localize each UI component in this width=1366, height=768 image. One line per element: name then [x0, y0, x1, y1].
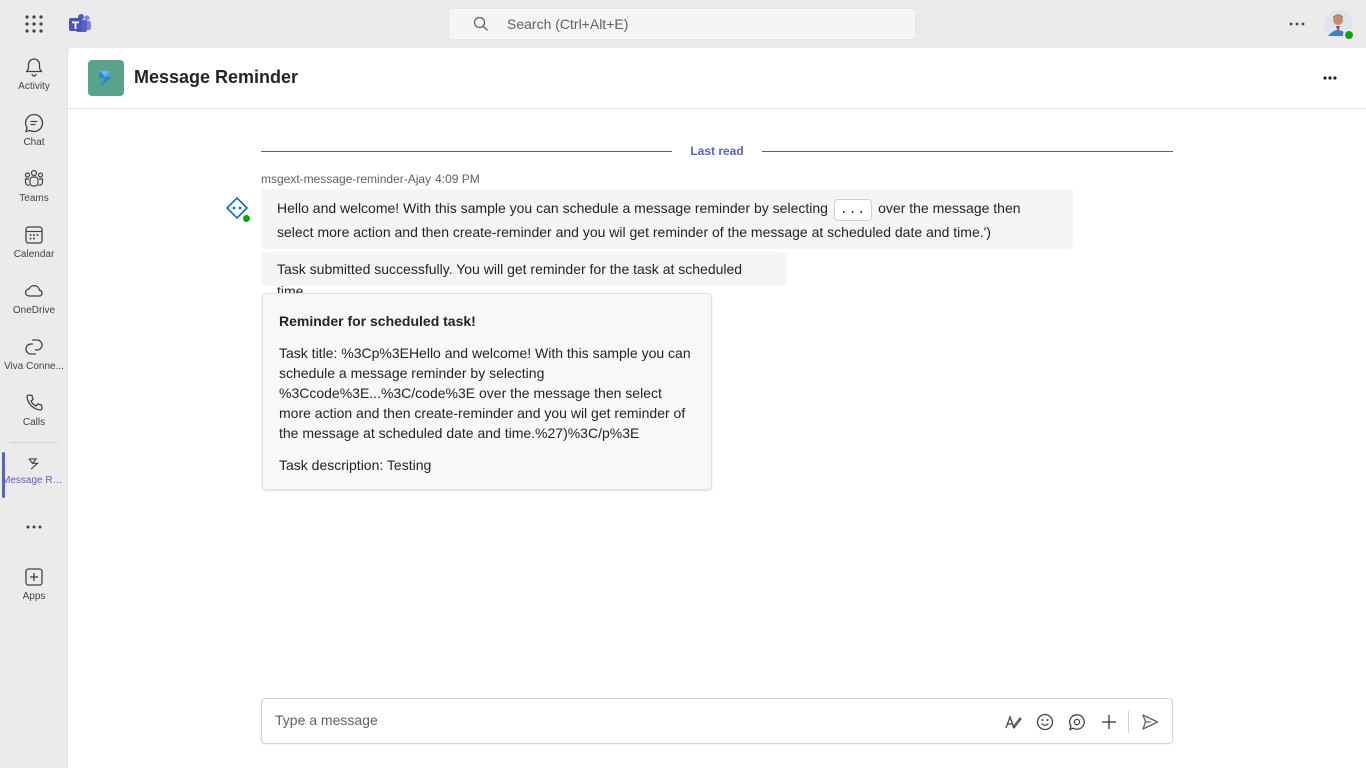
- chat-icon: [24, 113, 44, 133]
- rail-item-apps[interactable]: Apps: [0, 566, 68, 618]
- last-read-divider: Last read: [261, 142, 1173, 162]
- sender-name: msgext-message-reminder-Ajay: [261, 172, 432, 186]
- viva-connections-icon: [25, 339, 43, 355]
- card-task-description: Task description: Testing: [279, 457, 432, 473]
- phone-icon: [26, 394, 43, 411]
- search-box[interactable]: [448, 8, 916, 40]
- message-time: 4:09 PM: [435, 172, 480, 186]
- rail-item-label: Message Re...: [2, 475, 66, 486]
- top-bar: [0, 0, 1366, 48]
- presence-available-icon: [241, 213, 252, 224]
- cloud-icon: [24, 285, 43, 297]
- rail-item-label: Teams: [19, 193, 49, 204]
- rail-item-label: Viva Conne...: [4, 361, 64, 372]
- message-text: Hello and welcome! With this sample you …: [277, 200, 828, 216]
- message-input[interactable]: [275, 712, 975, 728]
- rail-item-label: Calendar: [13, 249, 55, 260]
- header-more-options-icon[interactable]: [1318, 66, 1342, 90]
- rail-item-viva-connections[interactable]: Viva Conne...: [0, 336, 68, 388]
- search-input[interactable]: [507, 16, 887, 32]
- rail-item-message-reminder[interactable]: Message Re...: [0, 452, 68, 510]
- main-panel: Message Reminder Last read msgext-messag…: [68, 48, 1366, 768]
- compose-box[interactable]: [261, 698, 1173, 744]
- app-tile-icon: [88, 60, 124, 96]
- add-app-icon: [25, 568, 43, 586]
- user-avatar[interactable]: [1324, 10, 1355, 41]
- app-rail: Activity Chat Teams Calendar OneDrive Vi…: [0, 48, 68, 768]
- rail-item-more[interactable]: [0, 516, 68, 568]
- message-meta: msgext-message-reminder-Ajay 4:09 PM: [261, 172, 480, 186]
- rail-item-teams[interactable]: Teams: [0, 168, 68, 220]
- message-reminder-icon: [28, 458, 40, 470]
- rail-item-activity[interactable]: Activity: [0, 56, 68, 108]
- rail-item-onedrive[interactable]: OneDrive: [0, 280, 68, 332]
- rail-item-label: Activity: [18, 81, 50, 92]
- rail-item-calendar[interactable]: Calendar: [0, 224, 68, 276]
- teams-logo-icon: [68, 12, 92, 36]
- message-bubble[interactable]: Task submitted successfully. You will ge…: [261, 252, 786, 299]
- rail-divider: [10, 442, 58, 443]
- inline-code: ...: [833, 199, 873, 221]
- search-icon: [473, 15, 491, 33]
- bell-icon: [25, 58, 43, 77]
- rail-item-chat[interactable]: Chat: [0, 112, 68, 164]
- card-task-title: Task title: %3Cp%3EHello and welcome! Wi…: [279, 345, 691, 441]
- bot-avatar[interactable]: [224, 196, 252, 224]
- format-icon[interactable]: [1001, 710, 1025, 734]
- calendar-icon: [25, 226, 43, 244]
- loop-component-icon[interactable]: [1065, 710, 1089, 734]
- emoji-icon[interactable]: [1033, 710, 1057, 734]
- more-options-icon[interactable]: [1284, 12, 1310, 36]
- rail-item-label: Chat: [23, 137, 45, 148]
- add-attachment-icon[interactable]: [1097, 710, 1121, 734]
- adaptive-card[interactable]: Reminder for scheduled task! Task title:…: [262, 293, 712, 490]
- presence-available-icon: [1343, 29, 1355, 41]
- rail-item-label: OneDrive: [12, 305, 56, 316]
- app-launcher-icon[interactable]: [22, 12, 46, 36]
- card-title: Reminder for scheduled task!: [279, 313, 476, 329]
- more-apps-icon: [26, 525, 42, 529]
- message-bubble[interactable]: Hello and welcome! With this sample you …: [261, 189, 1073, 249]
- send-icon[interactable]: [1138, 710, 1162, 734]
- page-title: Message Reminder: [134, 67, 299, 87]
- compose-divider: [1128, 711, 1129, 733]
- rail-item-label: Apps: [22, 591, 46, 602]
- rail-item-calls[interactable]: Calls: [0, 392, 68, 444]
- teams-icon: [24, 169, 44, 187]
- app-header: Message Reminder: [68, 48, 1366, 109]
- last-read-label: Last read: [690, 144, 744, 158]
- rail-item-label: Calls: [22, 417, 46, 428]
